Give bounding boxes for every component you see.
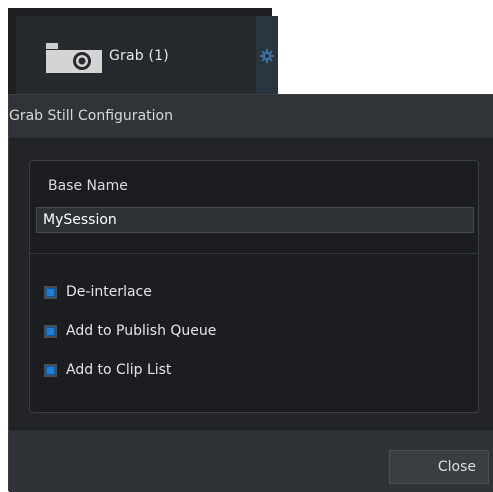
dialog-footer: Close [9,429,493,492]
grab-toolbar: Grab (1) [8,8,278,94]
dialog-title: Grab Still Configuration [9,108,173,124]
deinterlace-option[interactable]: De-interlace [44,281,152,303]
grab-button-label: Grab (1) [109,48,169,64]
grab-button[interactable]: Grab (1) [16,16,256,94]
gear-icon [260,49,274,63]
grab-still-config-dialog: Grab Still Configuration Base Name De-in… [8,94,493,492]
deinterlace-label: De-interlace [66,284,152,300]
grab-settings-button[interactable] [256,16,278,94]
camera-icon [46,43,102,73]
publish-queue-option[interactable]: Add to Publish Queue [44,320,216,342]
clip-list-option[interactable]: Add to Clip List [44,359,171,381]
dialog-body: Base Name De-interlace Add to Publish Qu… [9,139,493,429]
publish-queue-checkbox[interactable] [44,324,57,338]
deinterlace-checkbox[interactable] [44,285,57,299]
divider [30,253,478,254]
base-name-input[interactable] [36,207,474,233]
close-button[interactable]: Close [389,450,489,484]
base-name-label: Base Name [48,178,128,194]
clip-list-checkbox[interactable] [44,363,57,377]
clip-list-label: Add to Clip List [66,362,172,378]
settings-group: Base Name De-interlace Add to Publish Qu… [29,160,479,413]
dialog-title-bar: Grab Still Configuration [9,95,493,139]
publish-queue-label: Add to Publish Queue [66,323,217,339]
